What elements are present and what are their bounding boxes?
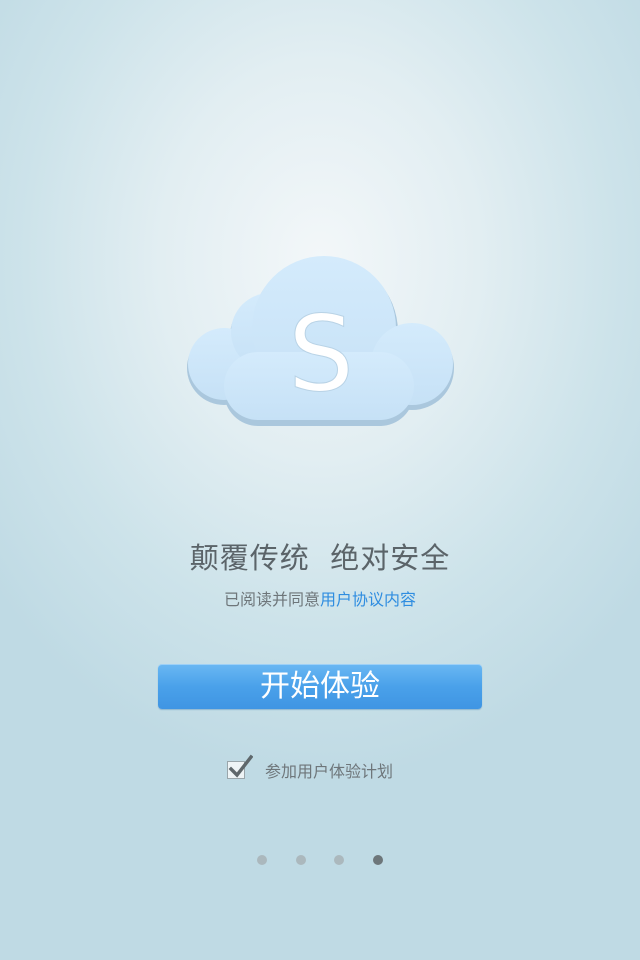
agreement-notice: 已阅读并同意用户协议内容 [0,586,640,610]
page-dot-3 [334,855,344,865]
page-indicator [0,855,640,865]
user-experience-plan-label: 参加用户体验计划 [265,762,394,781]
page-dot-4-active [373,855,383,865]
agreement-prefix: 已阅读并同意 [223,590,320,609]
slogan: 颠覆传统 绝对安全 [189,541,451,575]
welcome-screen: S 颠覆传统 绝对安全 已阅读并同意用户协议内容 开始体验 参加用户体验计划 [0,0,640,960]
start-experience-button[interactable]: 开始体验 [158,664,482,709]
page-dot-1 [257,855,267,865]
user-agreement-link[interactable]: 用户协议内容 [320,590,416,609]
user-experience-plan-option[interactable]: 参加用户体验计划 [227,754,394,783]
page-dot-2 [296,855,306,865]
user-experience-plan-checkbox[interactable] [227,754,253,779]
cloud-letter: S [288,293,354,415]
cloud-icon: S [187,256,454,426]
checkmark-icon [228,754,253,778]
